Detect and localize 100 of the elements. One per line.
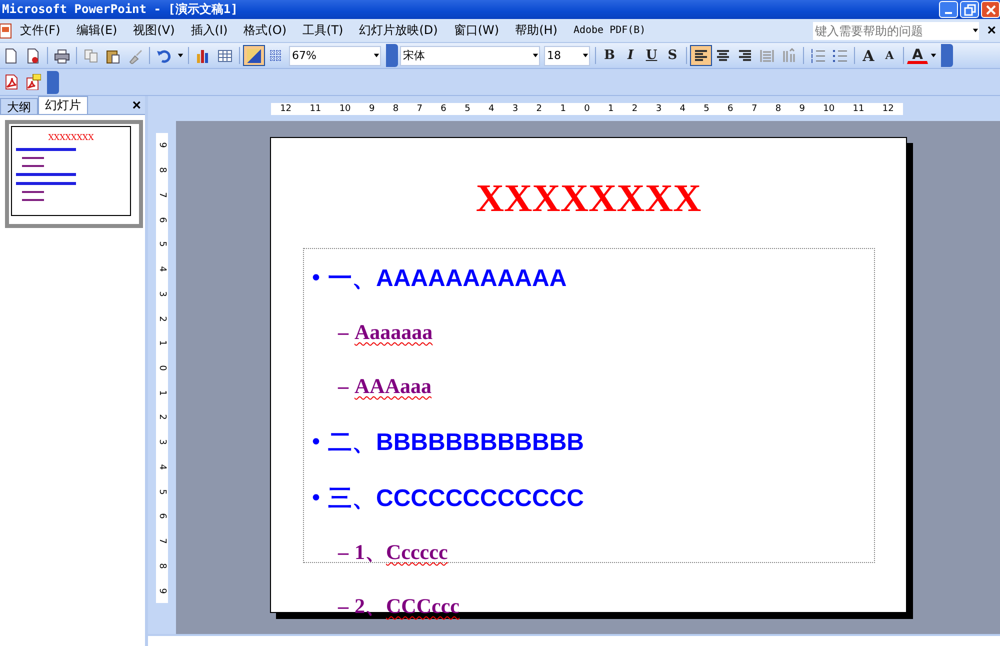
bullet: • — [309, 488, 323, 508]
ruler-number: 3 — [157, 290, 167, 297]
bullet: – — [338, 320, 348, 344]
caret-icon — [532, 52, 539, 59]
ruler-number: 4 — [157, 464, 167, 470]
ruler-number: 0 — [584, 104, 590, 114]
menu-item[interactable]: 帮助(H) — [507, 22, 566, 39]
ruler-number: 9 — [157, 588, 167, 594]
restore-button[interactable] — [960, 1, 979, 18]
menu-item[interactable]: 编辑(E) — [68, 22, 126, 39]
font-size-combo[interactable]: 18 — [544, 46, 590, 66]
bullet-text: 二、BBBBBBBBBBBB — [328, 428, 584, 458]
thumbnail-title: XXXXXXXX — [48, 133, 94, 142]
grow-font-button[interactable]: A — [858, 45, 879, 66]
minimize-button[interactable] — [939, 1, 958, 18]
printer-icon — [54, 48, 70, 64]
ruler-number: 3 — [656, 104, 662, 114]
ruler-number: 2 — [157, 414, 167, 420]
distribute-icon — [759, 48, 775, 64]
ruler-number: 3 — [157, 439, 167, 446]
bar-chart-icon — [195, 48, 211, 64]
restore-icon — [962, 2, 976, 16]
bullet-text: 一、AAAAAAAAAAA — [328, 264, 567, 294]
color-grayscale-icon — [246, 48, 262, 64]
ruler-number: 7 — [157, 192, 167, 198]
ruler-number: 2 — [632, 104, 638, 114]
ruler-number: 9 — [157, 142, 167, 148]
ruler-number: 1 — [157, 390, 167, 396]
ruler-number: 12 — [280, 104, 292, 114]
ruler-number: 7 — [751, 104, 758, 114]
menu-item[interactable]: Adobe PDF(B) — [565, 25, 654, 36]
close-icon — [984, 2, 998, 16]
align-center-icon — [715, 48, 731, 64]
caret-icon — [930, 52, 936, 59]
ruler-number: 8 — [157, 562, 167, 569]
sub-bullet-text: AAAaaa — [354, 374, 432, 398]
ruler-number: 3 — [512, 104, 518, 114]
caret-icon — [972, 27, 980, 34]
font-color-button[interactable]: A — [907, 47, 928, 64]
sub-bullet-text: Aaaaaaa — [354, 320, 433, 344]
ruler-number: 6 — [157, 216, 167, 222]
pane-tab[interactable]: 大纲 — [0, 98, 38, 114]
close-button[interactable] — [981, 1, 1000, 18]
italic-button[interactable]: I — [620, 45, 641, 66]
thumbnail-text-drawing — [16, 148, 76, 201]
ruler-number: 8 — [157, 167, 167, 173]
ruler-number: 10 — [339, 104, 351, 114]
pane-tab[interactable]: 幻灯片 — [38, 96, 88, 114]
grid-icon — [268, 48, 284, 64]
bullet: – — [338, 594, 348, 618]
document-icon — [25, 48, 41, 64]
zoom-combo[interactable]: 67% — [289, 46, 381, 66]
clipboard-icon — [105, 48, 121, 64]
ruler-number: 2 — [536, 104, 542, 114]
bullet: – — [338, 374, 348, 398]
close-button[interactable]: × — [983, 22, 1000, 39]
new-document-icon — [3, 48, 19, 64]
font-combo[interactable]: 宋体 — [400, 46, 540, 66]
slide-title: XXXXXXXX — [476, 176, 702, 222]
underline-button[interactable]: U — [641, 45, 662, 66]
pdf-icon — [3, 74, 19, 90]
caret-icon — [176, 52, 184, 59]
ruler-number: 1 — [608, 104, 614, 114]
bold-button[interactable]: B — [599, 45, 620, 66]
item-number: 2、 — [354, 593, 386, 620]
menu-item[interactable]: 窗口(W) — [446, 22, 508, 39]
ruler-number: 10 — [823, 104, 835, 114]
sub-bullet-text: Cccccc — [386, 540, 448, 564]
ruler-number: 1 — [157, 340, 167, 346]
copy-icon — [83, 48, 99, 64]
align-right-icon — [737, 48, 753, 64]
minimize-icon — [945, 12, 952, 14]
item-number: 1、 — [354, 539, 386, 566]
help-search-field[interactable]: 键入需要帮助的问题 — [813, 22, 980, 40]
ruler-number: 6 — [440, 104, 446, 114]
menu-item[interactable]: 幻灯片放映(D) — [351, 22, 446, 39]
document-icon[interactable] — [0, 22, 12, 38]
undo-icon — [156, 48, 172, 64]
shadow-button[interactable]: S — [662, 45, 683, 66]
toolbar-button[interactable] — [690, 45, 712, 66]
menu-item[interactable]: 工具(T) — [294, 22, 352, 39]
bullet: • — [309, 268, 323, 288]
toolbar-options-button[interactable] — [47, 70, 59, 94]
ruler-number: 2 — [157, 316, 167, 322]
ruler-number: 6 — [157, 514, 167, 520]
numbered-list-icon — [810, 48, 826, 64]
slide-thumbnail[interactable]: XXXXXXXX — [5, 120, 143, 228]
ruler-number: 12 — [882, 104, 894, 114]
menu-item[interactable]: 文件(F) — [12, 22, 68, 39]
sub-bullet-text: CCCccc — [386, 594, 460, 618]
shrink-font-button[interactable]: A — [879, 45, 900, 66]
menu-item[interactable]: 格式(O) — [236, 22, 295, 39]
menu-item[interactable]: 视图(V) — [125, 22, 183, 39]
close-button[interactable]: × — [128, 96, 145, 114]
toolbar-button[interactable] — [243, 45, 265, 66]
ruler-number: 4 — [680, 104, 686, 114]
ruler-number: 8 — [775, 104, 782, 114]
ruler-number: 11 — [852, 104, 864, 114]
bulleted-list-icon — [832, 48, 848, 64]
menu-item[interactable]: 插入(I) — [182, 22, 236, 39]
